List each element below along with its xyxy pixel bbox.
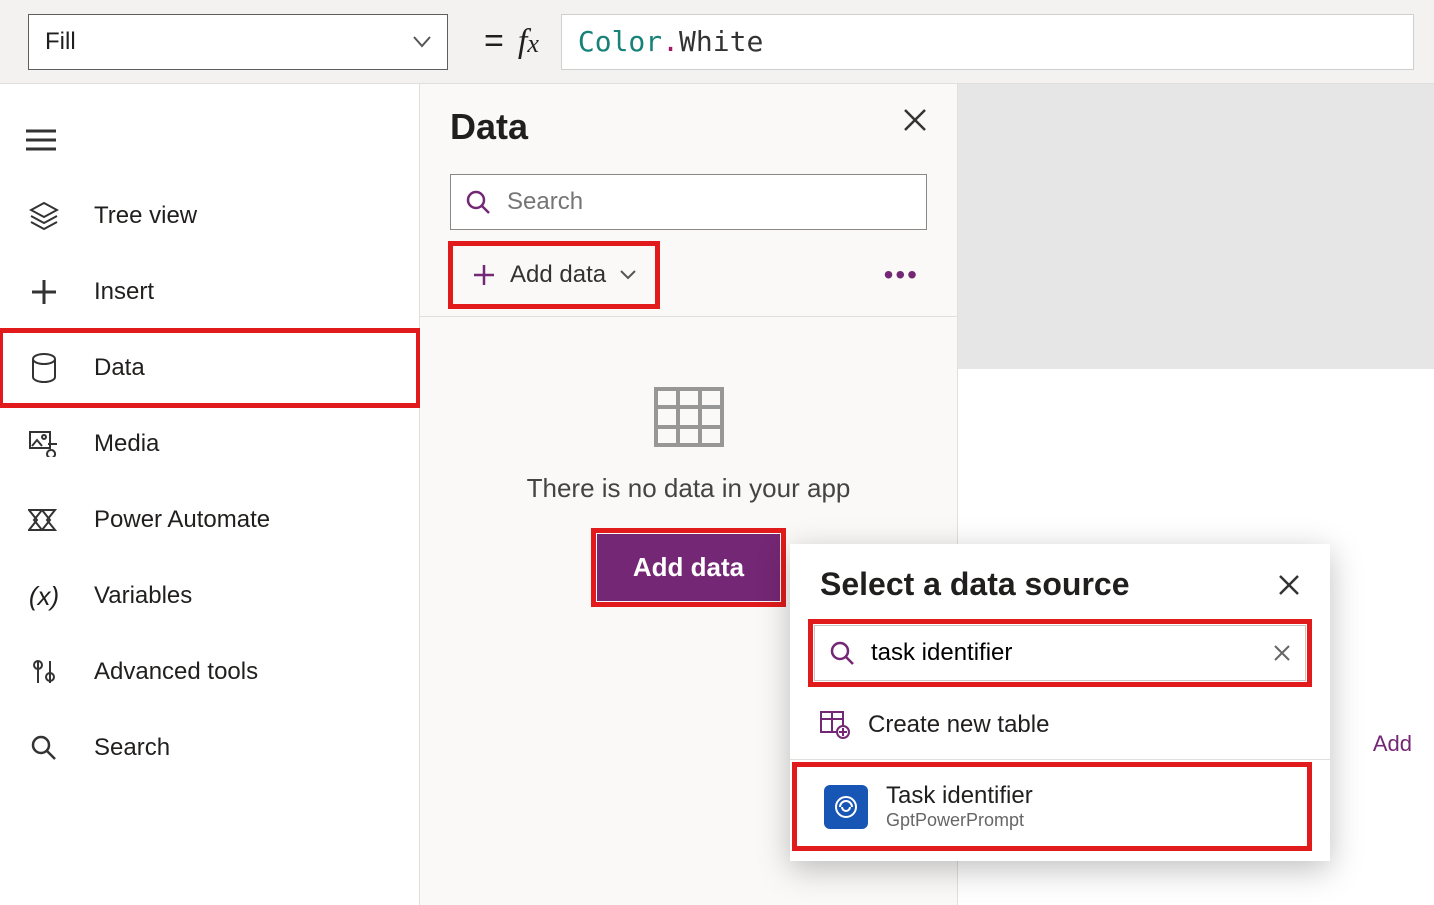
add-data-label: Add data bbox=[510, 261, 606, 289]
data-pane-title: Data bbox=[450, 106, 927, 148]
chevron-down-icon bbox=[620, 270, 636, 280]
more-options-button[interactable]: ••• bbox=[884, 259, 919, 291]
formula-token-val: White bbox=[679, 25, 763, 58]
datasource-picker: Select a data source Create new table bbox=[790, 544, 1330, 861]
equals-sign: = bbox=[484, 22, 504, 61]
canvas-add-hint[interactable]: Add bbox=[1373, 731, 1412, 757]
chevron-down-icon bbox=[413, 36, 431, 48]
formula-bar: Fill = fx Color.White bbox=[0, 0, 1434, 84]
fx-icon: fx bbox=[518, 23, 539, 61]
search-icon bbox=[26, 734, 62, 762]
plus-icon bbox=[472, 263, 496, 287]
create-new-table[interactable]: Create new table bbox=[790, 695, 1330, 755]
rail-item-power-automate[interactable]: Power Automate bbox=[0, 482, 419, 558]
data-search-field[interactable] bbox=[505, 187, 912, 217]
table-plus-icon bbox=[820, 711, 850, 739]
property-name: Fill bbox=[45, 28, 76, 56]
rail-item-media[interactable]: Media bbox=[0, 406, 419, 482]
layers-icon bbox=[26, 201, 62, 231]
media-icon bbox=[26, 431, 62, 457]
rail-label: Tree view bbox=[94, 202, 197, 230]
rail-item-data[interactable]: Data bbox=[0, 330, 419, 406]
plus-icon bbox=[26, 278, 62, 306]
picker-search-input[interactable] bbox=[814, 625, 1306, 681]
tools-icon bbox=[26, 657, 62, 687]
result-subtitle: GptPowerPrompt bbox=[886, 810, 1033, 831]
divider bbox=[790, 759, 1330, 760]
formula-token-dot: . bbox=[662, 25, 679, 58]
rail-label: Advanced tools bbox=[94, 658, 258, 686]
rail-item-tree-view[interactable]: Tree view bbox=[0, 178, 419, 254]
add-data-button[interactable]: Add data bbox=[597, 534, 780, 601]
rail-item-variables[interactable]: (x) Variables bbox=[0, 558, 419, 634]
result-title: Task identifier bbox=[886, 782, 1033, 810]
rail-label: Power Automate bbox=[94, 506, 270, 534]
close-icon[interactable] bbox=[903, 108, 927, 132]
search-icon bbox=[465, 189, 491, 215]
data-search-input[interactable] bbox=[450, 174, 927, 230]
rail-item-advanced-tools[interactable]: Advanced tools bbox=[0, 634, 419, 710]
picker-search-field[interactable] bbox=[869, 638, 1259, 668]
rail-item-insert[interactable]: Insert bbox=[0, 254, 419, 330]
rail-label: Data bbox=[94, 354, 145, 382]
flow-icon bbox=[26, 508, 62, 532]
database-icon bbox=[26, 353, 62, 383]
create-new-table-label: Create new table bbox=[868, 711, 1049, 739]
table-empty-icon bbox=[654, 387, 724, 447]
close-icon[interactable] bbox=[1278, 574, 1300, 596]
hamburger-button[interactable] bbox=[0, 102, 419, 178]
empty-message: There is no data in your app bbox=[527, 473, 851, 504]
rail-label: Media bbox=[94, 430, 159, 458]
rail-label: Insert bbox=[94, 278, 154, 306]
ai-model-icon bbox=[824, 785, 868, 829]
add-data-dropdown[interactable]: Add data bbox=[450, 243, 658, 307]
rail-label: Variables bbox=[94, 582, 192, 610]
picker-title: Select a data source bbox=[820, 566, 1129, 603]
search-icon bbox=[829, 640, 855, 666]
variable-icon: (x) bbox=[26, 581, 62, 612]
clear-icon[interactable] bbox=[1273, 644, 1291, 662]
formula-input[interactable]: Color.White bbox=[561, 14, 1414, 70]
property-selector[interactable]: Fill bbox=[28, 14, 448, 70]
rail-label: Search bbox=[94, 734, 170, 762]
left-rail: Tree view Insert Data Media Power Automa bbox=[0, 84, 420, 905]
formula-token-prop: Color bbox=[578, 25, 662, 58]
datasource-result[interactable]: Task identifier GptPowerPrompt bbox=[794, 766, 1310, 847]
rail-item-search[interactable]: Search bbox=[0, 710, 419, 786]
